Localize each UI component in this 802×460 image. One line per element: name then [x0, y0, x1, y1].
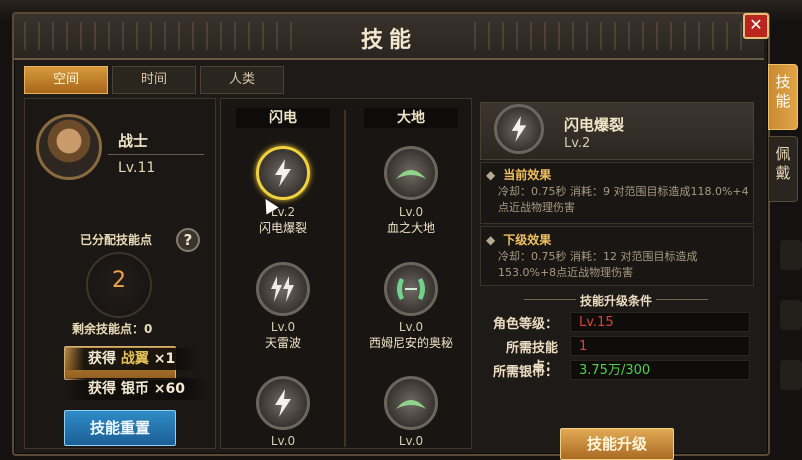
- detail-skill-icon: [494, 104, 544, 154]
- character-avatar[interactable]: [36, 114, 102, 180]
- current-effect-text: 冷却：0.75秒 消耗：9 对范围目标造成118.0%+4点近战物理伤害: [498, 185, 749, 214]
- lightning-icon: [275, 159, 291, 187]
- next-effect-text: 冷却：0.75秒 消耗：12 对范围目标造成153.0%+8点近战物理伤害: [498, 250, 698, 279]
- skill-lightning-3[interactable]: [256, 376, 310, 430]
- condition-label: 所需银币：: [492, 365, 558, 380]
- allocated-points-label: 已分配技能点: [80, 233, 153, 247]
- reward-toast: 获得 战翼 ×1: [64, 348, 200, 370]
- double-lightning-icon: [271, 276, 294, 302]
- bullet-icon: ◆: [486, 233, 496, 247]
- toast-item: 银币: [120, 381, 149, 397]
- skill-level: Lv.0: [398, 434, 424, 448]
- toast-prefix: 获得: [88, 381, 121, 397]
- background-side-icon: [780, 300, 802, 330]
- divider: [108, 154, 204, 155]
- character-level: Lv.11: [118, 160, 156, 176]
- title-bar: 技能: [14, 14, 764, 60]
- column-header-earth: 大地: [364, 108, 458, 128]
- skill-level: Lv.0: [398, 205, 424, 219]
- remaining-points-label: 剩余技能点：0: [72, 322, 153, 336]
- next-effect-title: ◆ 下级效果: [486, 231, 551, 248]
- skill-name: 天雷波: [264, 336, 301, 350]
- leaf-icon: [396, 170, 426, 179]
- allocated-points-value: 2: [112, 268, 126, 293]
- divider: [656, 299, 708, 300]
- skill-level: Lv.0: [398, 320, 424, 334]
- upgrade-conditions-title: 技能升级条件: [579, 294, 652, 308]
- skill-level: Lv.0: [270, 320, 296, 334]
- current-effect-title: ◆ 当前效果: [486, 166, 551, 183]
- skill-name: 血之大地: [386, 221, 435, 235]
- upgrade-skill-button[interactable]: 技能升级: [560, 428, 674, 460]
- close-button[interactable]: ✕: [743, 13, 769, 39]
- reward-toast: 获得 银币 ×60: [64, 378, 209, 400]
- help-icon[interactable]: ?: [176, 228, 200, 252]
- condition-value-level: Lv.15: [570, 312, 750, 332]
- side-tab-equip[interactable]: 佩 戴: [768, 136, 798, 202]
- current-effect-title-text: 当前效果: [503, 168, 552, 182]
- next-effect-title-text: 下级效果: [503, 233, 552, 247]
- toast-prefix: 获得: [88, 351, 121, 367]
- detail-skill-name: 闪电爆裂: [564, 116, 625, 134]
- bullet-icon: ◆: [486, 168, 496, 182]
- character-name: 战士: [118, 132, 149, 150]
- tab-time[interactable]: 时间: [112, 66, 196, 94]
- leaf-icon: [396, 400, 426, 409]
- background-side-icon: [780, 360, 802, 390]
- lightning-icon: [511, 116, 527, 142]
- condition-value-points: 1: [570, 336, 750, 356]
- skill-lightning-burst[interactable]: [256, 146, 310, 200]
- skill-level: Lv.2: [270, 205, 296, 219]
- skill-name: 闪电爆裂: [258, 221, 307, 235]
- toast-item: 战翼: [120, 351, 149, 367]
- toast-count: ×60: [148, 381, 185, 397]
- skill-level: Lv.0: [270, 434, 296, 448]
- tab-human[interactable]: 人类: [200, 66, 284, 94]
- tab-space[interactable]: 空间: [24, 66, 108, 94]
- reset-skills-button[interactable]: 技能重置: [64, 410, 176, 446]
- column-header-lightning: 闪电: [236, 108, 330, 128]
- side-tab-skills[interactable]: 技 能: [768, 64, 798, 130]
- skill-name: 西姆尼安的奥秘: [368, 336, 453, 350]
- background-side-icon: [780, 240, 802, 270]
- condition-label: 角色等级：: [492, 317, 558, 332]
- column-divider: [344, 110, 346, 447]
- window-title: 技能: [360, 28, 417, 53]
- detail-skill-level: Lv.2: [564, 136, 591, 151]
- arc-icon: [397, 278, 425, 300]
- skill-thunder-wave[interactable]: [256, 262, 310, 316]
- condition-value-silver: 3.75万/300: [570, 360, 750, 380]
- skill-blood-earth[interactable]: [384, 146, 438, 200]
- toast-count: ×1: [148, 351, 176, 367]
- skill-simnian-mystery[interactable]: [384, 262, 438, 316]
- lightning-icon: [275, 389, 291, 417]
- skill-earth-3[interactable]: [384, 376, 438, 430]
